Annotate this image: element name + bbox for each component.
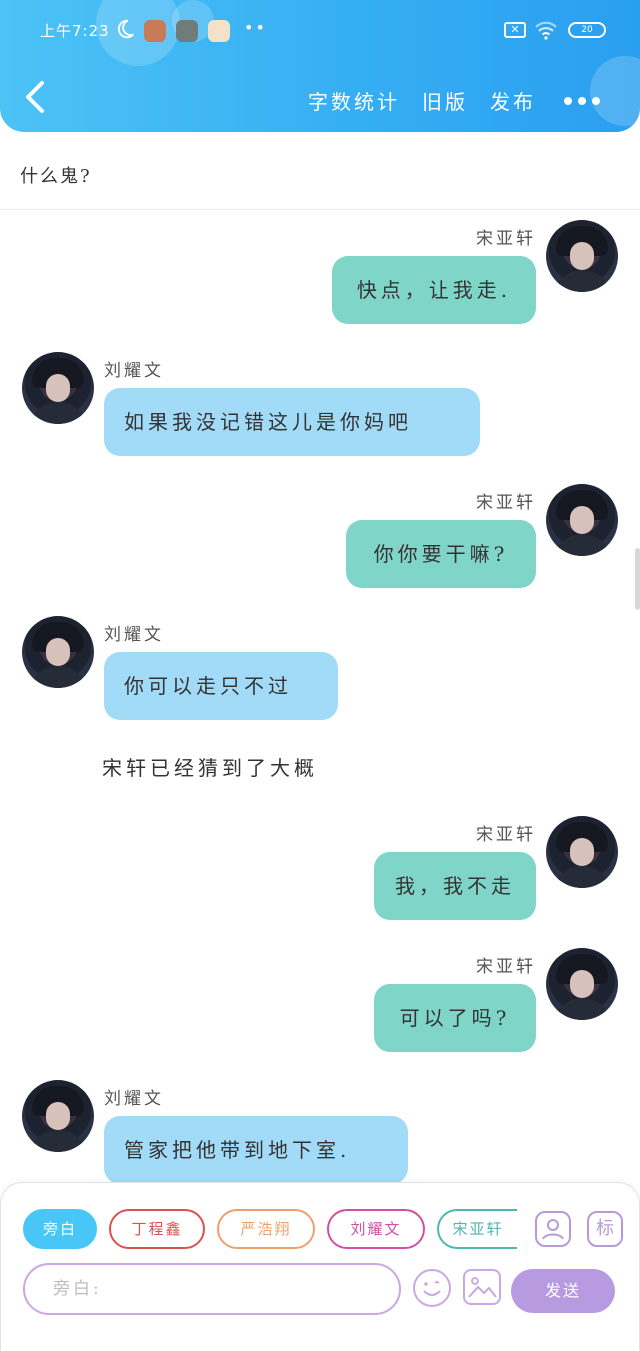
more-options-icon[interactable] <box>564 95 600 107</box>
scrollbar[interactable] <box>635 548 640 610</box>
sender-name: 宋亚轩 <box>476 957 536 977</box>
chapter-title-row[interactable]: 什么鬼? <box>0 150 640 210</box>
wifi-icon <box>535 21 557 40</box>
avatar[interactable] <box>22 1080 94 1152</box>
camera-app-icon <box>176 20 198 42</box>
battery-icon: 20 <box>568 22 606 38</box>
message-bubble[interactable]: 管家把他带到地下室. <box>104 1116 408 1184</box>
sim-off-icon: ✕ <box>504 22 526 38</box>
sender-name: 宋亚轩 <box>476 229 536 249</box>
role-chip-ding-chengxin[interactable]: 丁程鑫 <box>109 1209 205 1249</box>
sender-name: 刘耀文 <box>104 1089 164 1109</box>
avatar[interactable] <box>546 816 618 888</box>
publish-button[interactable]: 发布 <box>490 86 536 115</box>
sender-name: 宋亚轩 <box>476 493 536 513</box>
image-icon[interactable] <box>463 1269 501 1305</box>
emoji-icon[interactable] <box>413 1269 451 1307</box>
word-count-button[interactable]: 字数统计 <box>308 86 400 115</box>
narration-text[interactable]: 宋轩已经猜到了大概 <box>102 752 318 781</box>
message-bubble[interactable]: 快点，让我走. <box>332 256 536 324</box>
role-chip-liu-yaowen[interactable]: 刘耀文 <box>327 1209 425 1249</box>
role-chip-song-yaxuan[interactable]: 宋亚轩 <box>437 1209 517 1249</box>
shield-app-icon <box>144 20 166 42</box>
avatar[interactable] <box>22 616 94 688</box>
avatar[interactable] <box>546 484 618 556</box>
avatar[interactable] <box>546 220 618 292</box>
character-profile-icon[interactable] <box>535 1211 571 1247</box>
message-bubble[interactable]: 你你要干嘛? <box>346 520 536 588</box>
top-header: 上午7:23 •• ✕ 20 字数统计 旧版 发布 <box>0 0 640 132</box>
tag-icon[interactable]: 标 <box>587 1211 623 1247</box>
send-button[interactable]: 发送 <box>511 1269 615 1313</box>
role-chip-yan-haoxiang[interactable]: 严浩翔 <box>217 1209 315 1249</box>
gift-app-icon <box>208 20 230 42</box>
sender-name: 宋亚轩 <box>476 825 536 845</box>
sender-name: 刘耀文 <box>104 361 164 381</box>
status-time: 上午7:23 <box>40 22 110 40</box>
sender-name: 刘耀文 <box>104 625 164 645</box>
role-chip-narrator[interactable]: 旁白 <box>23 1209 97 1249</box>
status-bar: 上午7:23 •• ✕ 20 <box>0 14 640 48</box>
back-arrow-icon[interactable] <box>22 80 48 114</box>
message-bubble[interactable]: 可以了吗? <box>374 984 536 1052</box>
avatar[interactable] <box>22 352 94 424</box>
old-version-button[interactable]: 旧版 <box>422 86 468 115</box>
moon-icon <box>117 19 134 39</box>
message-bubble[interactable]: 你可以走只不过 <box>104 652 338 720</box>
more-notifications-icon: •• <box>244 18 267 37</box>
chapter-title: 什么鬼? <box>20 166 92 187</box>
message-input[interactable] <box>23 1263 401 1315</box>
composer-panel: 旁白 丁程鑫 严浩翔 刘耀文 宋亚轩 标 发送 <box>0 1182 640 1351</box>
header-actions: 字数统计 旧版 发布 <box>286 86 600 115</box>
avatar[interactable] <box>546 948 618 1020</box>
message-bubble[interactable]: 我，我不走 <box>374 852 536 920</box>
message-bubble[interactable]: 如果我没记错这儿是你妈吧 <box>104 388 480 456</box>
